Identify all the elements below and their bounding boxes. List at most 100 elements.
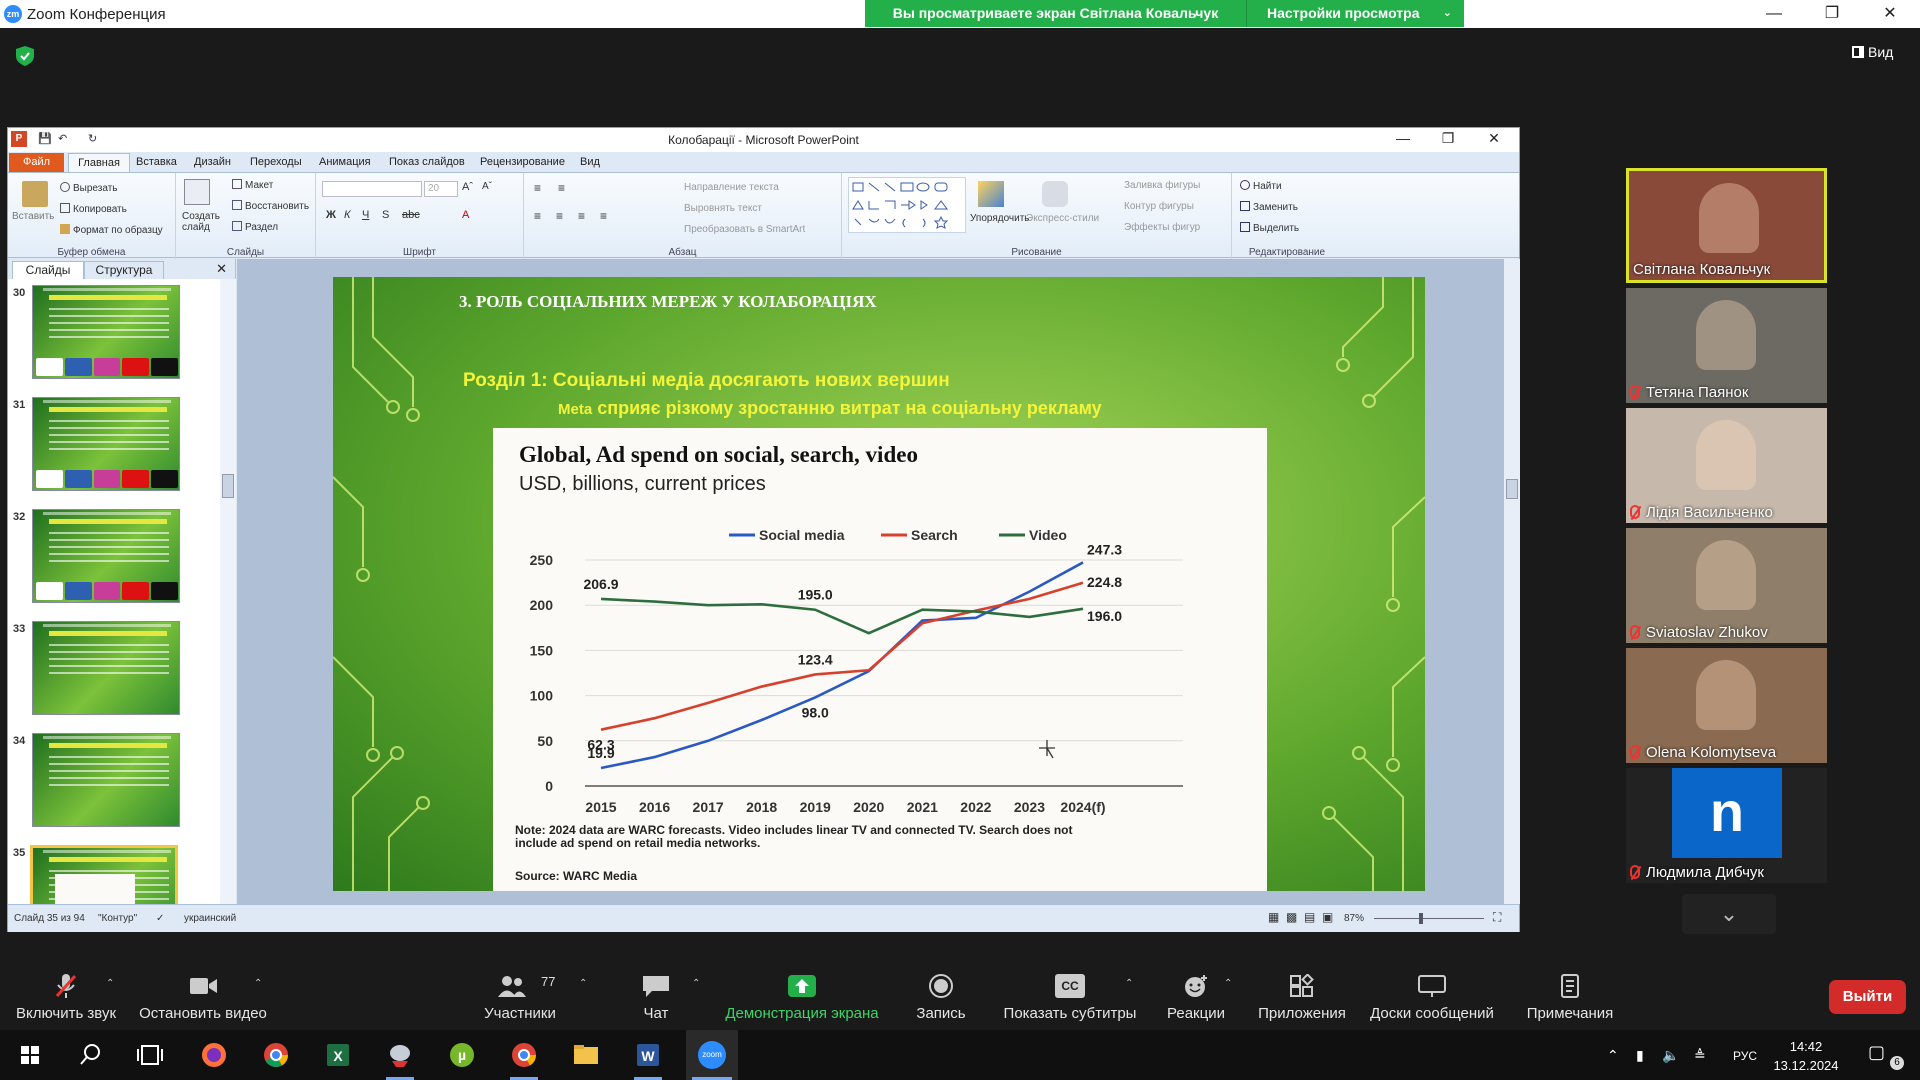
view-options-button[interactable]: Настройки просмотра ⌄ [1246,0,1464,27]
spellcheck-icon[interactable]: ✓ [156,913,164,924]
language-indicator[interactable]: РУС [1733,1049,1757,1063]
record-button[interactable]: Запись [904,948,978,1030]
fit-window-icon[interactable]: ⛶ [1493,910,1501,925]
slide-sorter-icon[interactable]: ▩ [1286,910,1297,924]
whiteboards-button[interactable]: Доски сообщений [1366,948,1498,1030]
replace-button[interactable]: Заменить [1240,201,1298,213]
tab-review[interactable]: Рецензирование [480,156,565,168]
participant-tile[interactable]: Лідія Васильченко [1626,408,1827,523]
bullets-icon[interactable]: ≡ [534,181,541,195]
captions-caret-icon[interactable]: ⌃ [1125,978,1133,989]
volume-icon[interactable]: 🔈 [1662,1047,1679,1064]
chrome-icon[interactable] [252,1037,300,1073]
scroll-thumb[interactable] [222,474,234,498]
shield-icon[interactable] [16,46,34,66]
slide-thumbnail[interactable] [32,285,180,379]
slide-thumbnail[interactable] [32,509,180,603]
strikethrough-icon[interactable]: abc [402,209,420,221]
more-participants-button[interactable]: ⌄ [1682,894,1776,934]
leave-button[interactable]: Выйти [1829,980,1906,1014]
file-explorer-icon[interactable] [562,1037,610,1073]
firefox-icon[interactable] [190,1037,238,1073]
tab-animation[interactable]: Анимация [319,156,371,168]
reactions-caret-icon[interactable]: ⌃ [1224,978,1232,989]
utorrent-icon[interactable]: µ [438,1037,486,1073]
reset-button[interactable]: Восстановить [232,200,309,212]
tab-home[interactable]: Главная [68,153,130,173]
chat-caret-icon[interactable]: ⌃ [692,978,700,989]
chat-button[interactable]: Чат [621,948,691,1030]
shape-fill-button[interactable]: Заливка фигуры [1124,180,1200,191]
app-icon[interactable] [376,1037,424,1073]
stop-video-button[interactable]: Остановить видео [132,948,274,1030]
ppt-minimize-button[interactable]: — [1383,130,1423,146]
grow-font-icon[interactable]: Aˆ [462,181,473,193]
slide-thumbnail[interactable] [30,845,178,904]
select-button[interactable]: Выделить [1240,222,1299,234]
language-indicator[interactable]: украинский [184,913,236,924]
tab-slideshow[interactable]: Показ слайдов [389,156,465,168]
justify-icon[interactable]: ≡ [600,209,607,223]
quick-styles-button[interactable]: Экспресс-стили [1026,213,1099,224]
slide-thumbnail[interactable] [32,621,180,715]
shape-outline-button[interactable]: Контур фигуры [1124,201,1194,212]
normal-view-icon[interactable]: ▦ [1268,910,1279,924]
slide-scrollbar[interactable] [1504,259,1520,904]
align-center-icon[interactable]: ≡ [556,209,563,223]
zoom-taskbar-button[interactable]: zoom [686,1030,738,1080]
minimize-button[interactable]: — [1745,0,1803,28]
search-icon[interactable] [66,1037,114,1073]
tab-outline[interactable]: Структура [84,261,164,279]
align-text-button[interactable]: Выровнять текст [684,203,762,214]
format-painter-button[interactable]: Формат по образцу [60,224,163,236]
word-icon[interactable]: W [624,1037,672,1073]
excel-icon[interactable]: X [314,1037,362,1073]
slide-thumbnail[interactable] [32,733,180,827]
tab-insert[interactable]: Вставка [136,156,177,168]
close-button[interactable]: ✕ [1861,0,1919,28]
smartart-button[interactable]: Преобразовать в SmartArt [684,224,805,235]
find-button[interactable]: Найти [1240,180,1282,192]
tab-file[interactable]: Файл [9,153,64,172]
font-color-icon[interactable]: A [462,209,469,221]
shape-effects-button[interactable]: Эффекты фигур [1124,222,1200,233]
shapes-gallery[interactable] [848,177,966,233]
ppt-close-button[interactable]: ✕ [1474,130,1514,147]
new-slide-button[interactable]: Создать слайд [182,211,222,233]
reading-view-icon[interactable]: ▤ [1304,910,1315,924]
tray-expand-icon[interactable]: ⌃ [1607,1047,1619,1064]
underline-icon[interactable]: Ч [362,209,369,221]
tab-view[interactable]: Вид [580,156,600,168]
tab-slides[interactable]: Слайды [12,261,84,279]
chrome-profile-icon[interactable] [500,1037,548,1073]
windows-start-icon[interactable] [6,1037,54,1073]
shadow-icon[interactable]: S [382,209,389,221]
battery-icon[interactable]: ▮ [1636,1047,1644,1064]
participants-caret-icon[interactable]: ⌃ [579,978,587,989]
layout-button[interactable]: Макет [232,179,273,191]
captions-button[interactable]: CC Показать субтитры [996,948,1144,1030]
ppt-restore-button[interactable]: ❐ [1428,130,1468,147]
slideshow-icon[interactable]: ▣ [1322,910,1333,924]
participant-tile[interactable]: Світлана Ковальчук [1626,168,1827,283]
shrink-font-icon[interactable]: Aˇ [482,181,492,192]
participant-tile[interactable]: Тетяна Паянок [1626,288,1827,403]
close-icon[interactable]: ✕ [216,261,227,277]
audio-caret-icon[interactable]: ⌃ [106,978,114,989]
apps-button[interactable]: Приложения [1254,948,1350,1030]
clock-date[interactable]: 13.12.2024 [1770,1058,1842,1073]
slide-scroll-thumb[interactable] [1506,479,1518,499]
participants-button[interactable]: 77 Участники [476,948,564,1030]
cut-button[interactable]: Вырезать [60,182,117,194]
arrange-button[interactable]: Упорядочить [970,213,1030,224]
restore-button[interactable]: ❐ [1803,0,1861,28]
view-button[interactable]: Вид [1852,44,1893,60]
copy-button[interactable]: Копировать [60,203,127,215]
participant-tile[interactable]: n Людмила Дибчук [1626,768,1827,883]
text-direction-button[interactable]: Направление текста [684,182,779,193]
tab-design[interactable]: Дизайн [194,156,231,168]
numbering-icon[interactable]: ≡ [558,181,565,195]
participant-tile[interactable]: Sviatoslav Zhukov [1626,528,1827,643]
paste-button[interactable]: Вставить [12,211,54,222]
clock-time[interactable]: 14:42 [1770,1039,1842,1054]
